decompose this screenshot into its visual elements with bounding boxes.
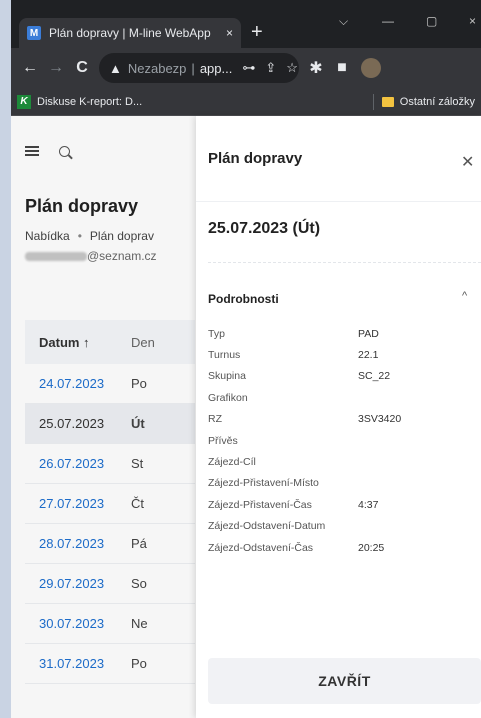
mline-favicon-icon: M: [27, 26, 41, 40]
app-page: Plán dopravy Nabídka • Plán doprav @seznam…: [11, 116, 481, 718]
tab-title: Plán dopravy | M-line WebApp: [49, 26, 211, 40]
share-icon[interactable]: ⇪: [265, 60, 276, 76]
bookmarks-divider: [372, 93, 374, 110]
detail-row: Zájezd-Cíl: [208, 451, 481, 472]
bookmarks-bar: K Diskuse K-report: D... Ostatní záložky: [11, 88, 481, 116]
key-icon[interactable]: ⊶: [242, 60, 255, 76]
security-status: Nezabezp: [127, 60, 187, 76]
detail-label: Zájezd-Přistavení-Místo: [208, 477, 319, 490]
window-close-icon[interactable]: ×: [469, 14, 476, 28]
overlay-scrim[interactable]: [11, 116, 196, 718]
address-bar[interactable]: ▲ Nezabezp | app... ⊶ ⇪ ☆: [99, 53, 299, 83]
detail-value: 22.1: [358, 349, 379, 362]
browser-toolbar: ← → C ▲ Nezabezp | app... ⊶ ⇪ ☆ ✱ ■: [11, 48, 481, 88]
folder-icon: [381, 96, 394, 107]
maximize-icon[interactable]: ▢: [426, 14, 437, 28]
detail-label: Turnus: [208, 349, 241, 362]
tab-strip: M Plán dopravy | M-line WebApp × + ⌵ — ▢…: [11, 0, 481, 48]
profile-avatar[interactable]: [361, 58, 381, 78]
detail-row: Přívěs: [208, 430, 481, 451]
forward-icon[interactable]: →: [43, 59, 69, 77]
detail-row: Skupina SC_22: [208, 366, 481, 387]
url-text: app...: [199, 60, 233, 76]
detail-label: Zájezd-Odstavení-Čas: [208, 541, 314, 554]
browser-tab[interactable]: M Plán dopravy | M-line WebApp ×: [19, 18, 241, 48]
tab-close-icon[interactable]: ×: [226, 26, 233, 40]
detail-row: Zájezd-Přistavení-Čas 4:37: [208, 494, 481, 515]
sidepanel-icon[interactable]: ■: [329, 59, 355, 77]
section-title[interactable]: Podrobnosti: [208, 292, 279, 306]
detail-label: Zájezd-Cíl: [208, 456, 256, 469]
detail-row: Zájezd-Odstavení-Datum: [208, 516, 481, 537]
detail-row: Turnus 22.1: [208, 344, 481, 365]
detail-label: Zájezd-Přistavení-Čas: [208, 498, 312, 511]
detail-row: Zájezd-Odstavení-Čas 20:25: [208, 537, 481, 558]
minimize-icon[interactable]: —: [382, 14, 394, 28]
detail-value: 3SV3420: [358, 413, 402, 426]
details-list: Typ PAD Turnus 22.1 Skupina SC_22 Grafikon …: [208, 323, 481, 558]
chevron-up-icon[interactable]: ^: [462, 290, 467, 302]
divider: [208, 262, 481, 263]
drawer-title: Plán dopravy: [208, 150, 303, 167]
detail-value: PAD: [358, 327, 379, 340]
warning-icon[interactable]: ▲: [109, 61, 122, 76]
bookmark-k-report[interactable]: Diskuse K-report: D...: [37, 96, 142, 108]
detail-label: Zájezd-Odstavení-Datum: [208, 520, 326, 533]
new-tab-button[interactable]: +: [251, 20, 263, 44]
detail-label: Přívěs: [208, 434, 238, 447]
bookmark-other[interactable]: Ostatní záložky: [400, 96, 475, 108]
star-icon[interactable]: ☆: [286, 60, 298, 76]
detail-value: SC_22: [358, 370, 391, 383]
drawer-date: 25.07.2023 (Út): [208, 220, 321, 237]
detail-label: Grafikon: [208, 391, 248, 404]
detail-label: RZ: [208, 413, 222, 426]
detail-row: Zájezd-Přistavení-Místo: [208, 473, 481, 494]
browser-window: M Plán dopravy | M-line WebApp × + ⌵ — ▢…: [11, 0, 481, 718]
reload-icon[interactable]: C: [69, 59, 95, 77]
detail-label: Typ: [208, 327, 225, 340]
tab-search-icon[interactable]: ⌵: [339, 14, 348, 29]
detail-drawer: Plán dopravy ✕ 25.07.2023 (Út) Podrobnos…: [196, 116, 481, 718]
detail-value: 20:25: [358, 541, 385, 554]
k-report-icon: K: [17, 94, 31, 109]
back-icon[interactable]: ←: [17, 59, 43, 77]
detail-label: Skupina: [208, 370, 246, 383]
drawer-header: Plán dopravy: [196, 116, 481, 202]
detail-row: Grafikon: [208, 387, 481, 408]
detail-row: Typ PAD: [208, 323, 481, 344]
close-button[interactable]: ZAVŘÍT: [208, 658, 481, 704]
extensions-icon[interactable]: ✱: [303, 58, 329, 78]
close-icon[interactable]: ✕: [461, 152, 474, 172]
omnibox-separator: |: [191, 60, 195, 76]
detail-row: RZ 3SV3420: [208, 409, 481, 430]
detail-value: 4:37: [358, 498, 379, 511]
